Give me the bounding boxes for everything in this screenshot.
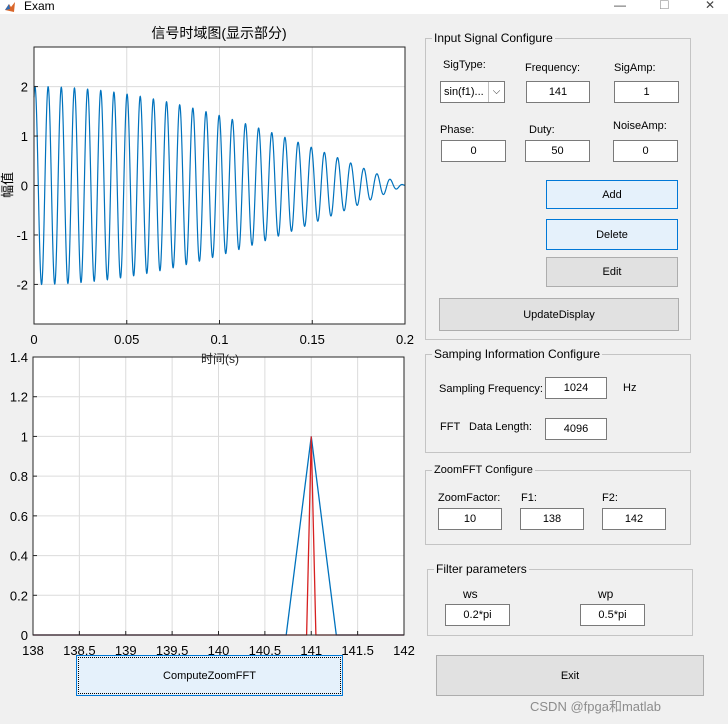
sampling-frequency-unit: Hz (623, 382, 637, 394)
y-tick-label: 2 (21, 80, 28, 95)
exit-button[interactable]: Exit (436, 655, 704, 696)
filter-panel-title: Filter parameters (434, 562, 529, 576)
time-plot-ylabel: 幅值 (0, 172, 15, 198)
y-tick-label: 1 (21, 429, 28, 444)
f2-label: F2: (602, 492, 618, 504)
time-domain-plot[interactable]: 0 0.05 0.1 0.15 0.2 -2 -1 0 1 2 信号时域图(显示部分) 幅值 (0, 25, 414, 347)
x-tick-label: 0.1 (210, 332, 228, 347)
x-tick-label: 138 (22, 643, 44, 658)
wp-field[interactable] (580, 604, 645, 626)
f1-field[interactable] (520, 508, 584, 530)
wp-label: wp (598, 587, 614, 601)
f2-field[interactable] (602, 508, 666, 530)
x-tick-label: 0.15 (300, 332, 325, 347)
x-tick-label: 142 (393, 643, 415, 658)
y-tick-label: 0.4 (10, 549, 28, 564)
duty-label: Duty: (529, 124, 555, 136)
sigtype-value: sin(f1)... (444, 86, 484, 98)
sigtype-label: SigType: (443, 59, 486, 71)
update-display-button[interactable]: UpdateDisplay (439, 298, 679, 331)
zoomfft-panel-title: ZoomFFT Configure (432, 463, 535, 477)
noiseamp-label: NoiseAmp: (613, 120, 667, 132)
y-tick-label: -1 (16, 228, 28, 243)
ws-field[interactable] (445, 604, 510, 626)
sigtype-dropdown[interactable]: sin(f1)... ⌵ (440, 81, 505, 103)
y-tick-label: 1 (21, 129, 28, 144)
y-tick-label: 0 (21, 179, 28, 194)
x-tick-label: 0.2 (396, 332, 414, 347)
fft-label: FFT (440, 421, 461, 433)
x-tick-label: 0.05 (114, 332, 139, 347)
f1-label: F1: (521, 492, 537, 504)
time-plot-title: 信号时域图(显示部分) (151, 25, 286, 41)
add-button[interactable]: Add (546, 180, 678, 209)
frequency-field[interactable] (526, 81, 590, 103)
compute-zoomfft-button[interactable]: ComputeZoomFFT (76, 655, 343, 696)
ws-label: ws (463, 587, 478, 601)
zoom-fft-plot[interactable]: 时间(s) 138 138.5 139 139.5 140 140.5 141 141.5 14… (10, 350, 415, 658)
input-panel-title: Input Signal Configure (432, 31, 555, 45)
y-tick-label: 0.6 (10, 509, 28, 524)
sigamp-label: SigAmp: (614, 62, 656, 74)
data-length-label: Data Length: (469, 421, 532, 433)
y-tick-label: 0.8 (10, 469, 28, 484)
zoom-factor-label: ZoomFactor: (438, 492, 501, 504)
x-tick-label: 0 (30, 332, 37, 347)
y-tick-label: 1.2 (10, 390, 28, 405)
zoom-factor-field[interactable] (438, 508, 502, 530)
y-tick-label: -2 (16, 277, 28, 292)
chevron-down-icon: ⌵ (488, 82, 504, 102)
time-plot-xlabel-fragment: 时间(s) (201, 352, 239, 366)
y-tick-label: 1.4 (10, 350, 28, 365)
delete-button[interactable]: Delete (546, 219, 678, 250)
watermark: CSDN @fpga和matlab (530, 699, 661, 714)
duty-field[interactable] (525, 140, 590, 162)
sampling-panel-title: Samping Information Configure (432, 347, 603, 361)
sampling-frequency-field[interactable] (545, 377, 607, 399)
sigamp-field[interactable] (614, 81, 679, 103)
edit-button[interactable]: Edit (546, 257, 678, 287)
x-tick-label: 141.5 (341, 643, 374, 658)
y-tick-label: 0 (21, 628, 28, 643)
noiseamp-field[interactable] (613, 140, 678, 162)
phase-field[interactable] (441, 140, 506, 162)
frequency-label: Frequency: (525, 62, 581, 74)
data-length-field[interactable] (545, 418, 607, 440)
y-tick-label: 0.2 (10, 588, 28, 603)
sampling-frequency-label: Sampling Frequency: (439, 383, 543, 395)
phase-label: Phase: (440, 124, 475, 136)
